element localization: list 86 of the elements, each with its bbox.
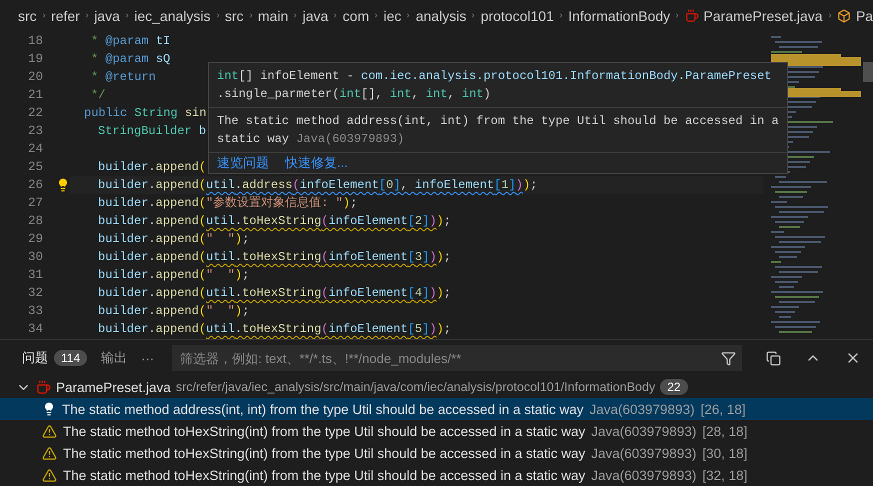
panel-tab[interactable]: 输出 xyxy=(101,349,128,367)
line-number: 21 xyxy=(26,88,43,102)
count-badge: 114 xyxy=(54,350,88,366)
problem-message: The static method toHexString(int) from the type Util should be accessed in a static way xyxy=(63,468,586,482)
breadcrumb-item[interactable]: iec_analysis xyxy=(134,8,210,24)
problem-row[interactable]: The static method toHexString(int) from the type Util should be accessed in a static way Java(603979893) [28, 18] xyxy=(0,420,873,442)
problem-row[interactable]: The static method address(int, int) from the type Util should be accessed in a static way Java(603979893) [26, 18] xyxy=(0,398,873,420)
code-line: * @param sQ xyxy=(91,52,170,66)
breadcrumb-item[interactable]: iec xyxy=(383,8,402,24)
breadcrumb-item[interactable]: src xyxy=(18,8,37,24)
code-line: * @param tI xyxy=(91,34,170,48)
breadcrumb-item[interactable]: analysis xyxy=(416,8,466,24)
problem-row[interactable]: The static method toHexString(int) from the type Util should be accessed in a static way Java(603979893) [32, 18] xyxy=(0,464,873,486)
problem-position: [28, 18] xyxy=(702,424,748,438)
line-number: 20 xyxy=(26,70,43,84)
line-number: 22 xyxy=(26,106,43,120)
line-number: 18 xyxy=(26,34,43,48)
code-line: builder.append("参数设置对象信息值: "); xyxy=(98,195,358,212)
problem-position: [26, 18] xyxy=(700,402,746,416)
more-button[interactable]: ··· xyxy=(141,350,154,366)
collapse-all-icon[interactable] xyxy=(766,350,781,366)
line-number: 32 xyxy=(26,286,43,300)
line-number: 26 xyxy=(26,178,43,192)
problem-message: The static method toHexString(int) from the type Util should be accessed in a static way xyxy=(63,424,586,438)
code-line: builder.append( xyxy=(98,160,206,174)
line-number: 24 xyxy=(26,142,43,156)
file-name: ParamePreset.java xyxy=(56,380,171,394)
filter-box[interactable]: 筛选器，例如: text、**/*.ts、!**/node_modules/** xyxy=(172,345,742,371)
line-number: 23 xyxy=(26,124,43,138)
action-link[interactable]: 快速修复... xyxy=(285,154,348,171)
problem-source: Java(603979893) xyxy=(590,402,695,416)
code-line: builder.append(util.toHexString(infoElement[5])); xyxy=(98,322,451,336)
breadcrumb-item[interactable]: InformationBody xyxy=(568,8,670,24)
line-number: 30 xyxy=(26,250,43,264)
line-number: 33 xyxy=(26,304,43,318)
code-line: */ xyxy=(91,88,106,102)
signature-text: int[] infoElement - com.iec.analysis.protocol101.InformationBody.ParamePreset .single_parmeter(int[], int, int, int) xyxy=(217,68,772,103)
line-number: 25 xyxy=(26,160,43,174)
problem-message: The static method toHexString(int) from the type Util should be accessed in a static way xyxy=(63,446,586,460)
coffee-cup-icon xyxy=(36,380,51,394)
line-number: 19 xyxy=(26,52,43,66)
problem-row[interactable]: The static method toHexString(int) from the type Util should be accessed in a static way Java(603979893) [30, 18] xyxy=(0,442,873,464)
line-number: 34 xyxy=(26,322,43,336)
code-line: builder.append(" "); xyxy=(98,268,250,282)
breadcrumb-item[interactable]: refer xyxy=(51,8,80,24)
line-number: 28 xyxy=(26,214,43,228)
problem-message: The static method address(int, int) from the type Util should be accessed in a static way xyxy=(62,402,584,416)
code-line: builder.append(util.address(infoElement[0], infoElement[1])); xyxy=(98,178,538,192)
problem-position: [30, 18] xyxy=(702,446,748,460)
breadcrumb-item[interactable]: Pa xyxy=(836,8,873,24)
problem-position: [32, 18] xyxy=(702,468,748,482)
problem-source: Java(603979893) xyxy=(591,424,696,438)
code-line: builder.append(util.toHexString(infoElement[4])); xyxy=(98,286,451,300)
code-line: builder.append(" "); xyxy=(98,304,250,318)
lightbulb-icon[interactable] xyxy=(56,178,70,192)
line-number: 29 xyxy=(26,232,43,246)
breadcrumb-item[interactable]: java xyxy=(302,8,328,24)
breadcrumb-item[interactable]: src xyxy=(224,8,244,24)
hover-message: The static method address(int, int) from the type Util should be accessed in a static way Java(603979893) xyxy=(217,112,779,148)
breadcrumb-item[interactable]: java xyxy=(94,8,120,24)
code-line: public String sin xyxy=(84,106,206,120)
lightbulb-icon xyxy=(42,402,56,416)
warning-icon xyxy=(42,446,57,460)
filter-field[interactable]: 筛选器，例如: text、**/*.ts、!**/node_modules/** xyxy=(178,350,715,366)
breadcrumb-item[interactable]: ParamePreset.java xyxy=(684,8,823,24)
filter-icon[interactable] xyxy=(721,350,736,366)
count-badge: 22 xyxy=(660,379,688,395)
breadcrumb-item[interactable]: main xyxy=(258,8,288,24)
coffee-cup-icon xyxy=(684,8,699,23)
code-line: StringBuilder b xyxy=(98,124,206,138)
breadcrumb-item[interactable]: com xyxy=(342,8,370,24)
problem-source: Java(603979893) xyxy=(591,468,696,482)
code-line: builder.append(util.toHexString(infoElement[3])); xyxy=(98,250,451,264)
line-number: 27 xyxy=(26,196,43,210)
breadcrumb-item[interactable]: protocol101 xyxy=(480,8,554,24)
code-line: * @return xyxy=(91,70,156,84)
code-line: builder.append(util.toHexString(infoElement[2])); xyxy=(98,214,451,228)
warning-icon xyxy=(42,468,57,482)
problem-source: Java(603979893) xyxy=(591,446,696,460)
file-path: src/refer/java/iec_analysis/src/main/java/com/iec/analysis/protocol101/InformationBody xyxy=(176,380,656,394)
action-link[interactable]: 速览问题 xyxy=(217,154,269,171)
panel-tab[interactable]: 问题 114 xyxy=(22,349,88,367)
code-line: builder.append(" "); xyxy=(98,232,250,246)
warning-icon xyxy=(42,424,57,438)
line-number: 31 xyxy=(26,268,43,282)
class-icon xyxy=(836,8,851,23)
